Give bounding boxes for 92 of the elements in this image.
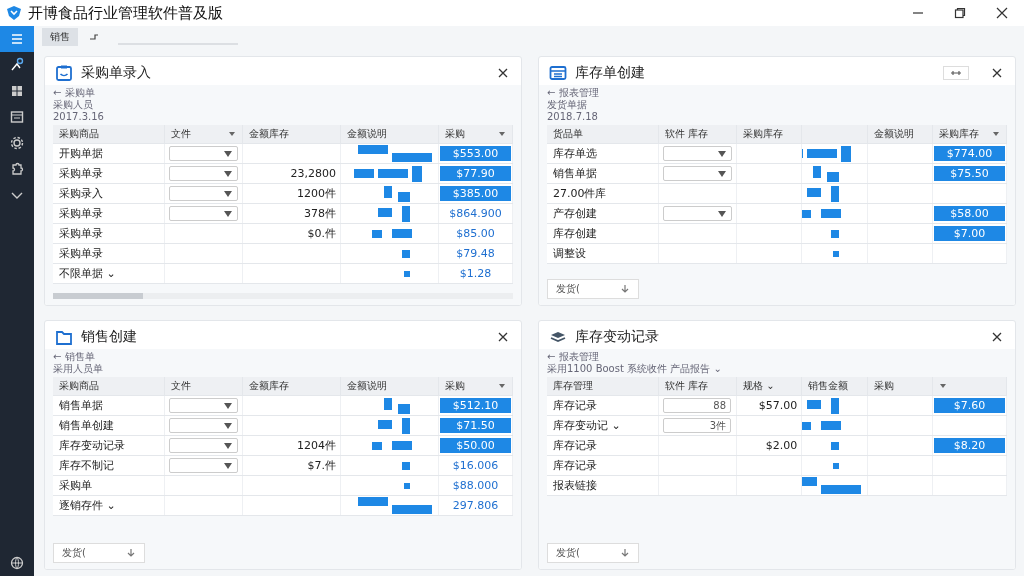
column-header[interactable]: 库存管理 — [547, 377, 659, 395]
panel-title: 库存单创建 — [575, 64, 645, 82]
table-cell: 1200件 — [297, 186, 336, 201]
column-header[interactable]: 软件 库存 — [659, 377, 737, 395]
table-cell: 库存创建 — [547, 224, 659, 243]
input-field[interactable]: 3件 — [663, 418, 731, 433]
table-cell: 库存记录 — [547, 436, 659, 455]
panel-title: 库存变动记录 — [575, 328, 659, 346]
table-cell: 库存记录 — [547, 456, 659, 475]
input-field[interactable]: 88 — [663, 398, 731, 413]
table-cell: 逐销存件 ⌄ — [53, 496, 165, 515]
table-cell: 开购单据 — [53, 144, 165, 163]
amount-cell: $50.00 — [440, 438, 511, 453]
table-cell: 销售单据 — [53, 396, 165, 415]
table-cell: 不限单据 ⌄ — [53, 264, 165, 283]
amount-cell-text: $85.00 — [455, 226, 496, 241]
amount-cell: $7.60 — [934, 398, 1005, 413]
table-cell: 报表链接 — [547, 476, 659, 495]
footer-button[interactable]: 发货( — [547, 543, 639, 563]
amount-cell: $71.50 — [440, 418, 511, 433]
column-header[interactable]: 文件 — [165, 125, 243, 143]
amount-cell: $553.00 — [440, 146, 511, 161]
column-header[interactable]: 金额库存 — [243, 125, 341, 143]
table-cell: 采购单录 — [53, 164, 165, 183]
column-header[interactable]: 金额说明 — [867, 125, 933, 143]
column-header[interactable]: 软件 库存 — [659, 125, 737, 143]
table-cell: 378件 — [304, 206, 336, 221]
table-cell: 库存记录 — [547, 396, 659, 415]
amount-cell-text: $88.000 — [451, 478, 500, 493]
table-cell: 库存变动记录 — [53, 436, 165, 455]
column-header[interactable]: 采购商品 — [53, 377, 165, 395]
column-header[interactable]: 采购库存 — [933, 125, 1007, 143]
table-cell: 调整设 — [547, 244, 659, 263]
table-cell: 23,2800 — [290, 167, 336, 180]
table-cell: 销售单创建 — [53, 416, 165, 435]
column-header[interactable]: 金额说明 — [341, 377, 439, 395]
table-cell: 1204件 — [297, 438, 336, 453]
column-header[interactable]: 金额库存 — [243, 377, 341, 395]
amount-cell: $774.00 — [934, 146, 1005, 161]
table-cell: 库存单选 — [547, 144, 659, 163]
panel-title: 销售创建 — [81, 328, 137, 346]
column-header[interactable]: 采购商品 — [53, 125, 165, 143]
table-cell: 产存创建 — [547, 204, 659, 223]
table-cell: $0.件 — [307, 226, 336, 241]
amount-cell: $75.50 — [934, 166, 1005, 181]
amount-cell: $385.00 — [440, 186, 511, 201]
amount-cell: $8.20 — [934, 438, 1005, 453]
table-cell: 库存不制记 — [53, 456, 165, 475]
table-cell: 采购单 — [53, 476, 165, 495]
column-header[interactable]: 采购 — [439, 125, 513, 143]
info-text: 采用人员单 — [53, 363, 104, 375]
info-text: 采用1100 Boost 系统收件 产品报告 ⌄ — [547, 363, 723, 375]
amount-cell-text: $16.006 — [451, 458, 500, 473]
table-cell: 采购单录 — [53, 224, 165, 243]
amount-cell-text: 297.806 — [451, 498, 500, 513]
info-text: ← 采购单 — [53, 87, 96, 99]
table-cell: 销售单据 — [547, 164, 659, 183]
table-cell: $2.00 — [765, 439, 798, 452]
info-text: 2017.3.16 — [53, 111, 105, 123]
table-cell: 采购单录 — [53, 244, 165, 263]
table-cell: 采购单录 — [53, 204, 165, 223]
amount-cell: $58.00 — [934, 206, 1005, 221]
info-text: ← 销售单 — [53, 351, 96, 363]
info-text: 发货单据 — [547, 99, 588, 111]
amount-cell-text: $864.900 — [448, 206, 503, 221]
footer-button[interactable]: 发货( — [53, 543, 145, 563]
info-text: ← 报表管理 — [547, 351, 600, 363]
info-text: 2018.7.18 — [547, 111, 599, 123]
table-cell: 库存变动记 ⌄ — [547, 416, 659, 435]
footer-button[interactable]: 发货( — [547, 279, 639, 299]
table-cell: 27.00件库 — [547, 184, 659, 203]
panel-title: 采购单录入 — [81, 64, 151, 82]
column-header[interactable]: 文件 — [165, 377, 243, 395]
column-header[interactable]: 规格 ⌄ — [737, 377, 803, 395]
column-header[interactable]: 金额说明 — [341, 125, 439, 143]
table-cell: $57.00 — [758, 399, 798, 412]
amount-cell-text: $79.48 — [455, 246, 496, 261]
column-header[interactable]: 采购 — [867, 377, 933, 395]
info-text: 采购人员 — [53, 99, 94, 111]
table-cell: 采购录入 — [53, 184, 165, 203]
amount-cell: $7.00 — [934, 226, 1005, 241]
column-header[interactable]: 采购 — [439, 377, 513, 395]
amount-cell-text: $1.28 — [458, 266, 493, 281]
column-header[interactable]: 货品单 — [547, 125, 659, 143]
column-header[interactable]: 销售金额 — [802, 377, 868, 395]
amount-cell: $512.10 — [440, 398, 511, 413]
table-cell: $7.件 — [307, 458, 336, 473]
window-title: 开博食品行业管理软件普及版 — [28, 3, 223, 23]
info-text: ← 报表管理 — [547, 87, 600, 99]
amount-cell: $77.90 — [440, 166, 511, 181]
tab[interactable]: 销售 — [42, 28, 78, 46]
column-header[interactable]: 采购库存 — [737, 125, 803, 143]
